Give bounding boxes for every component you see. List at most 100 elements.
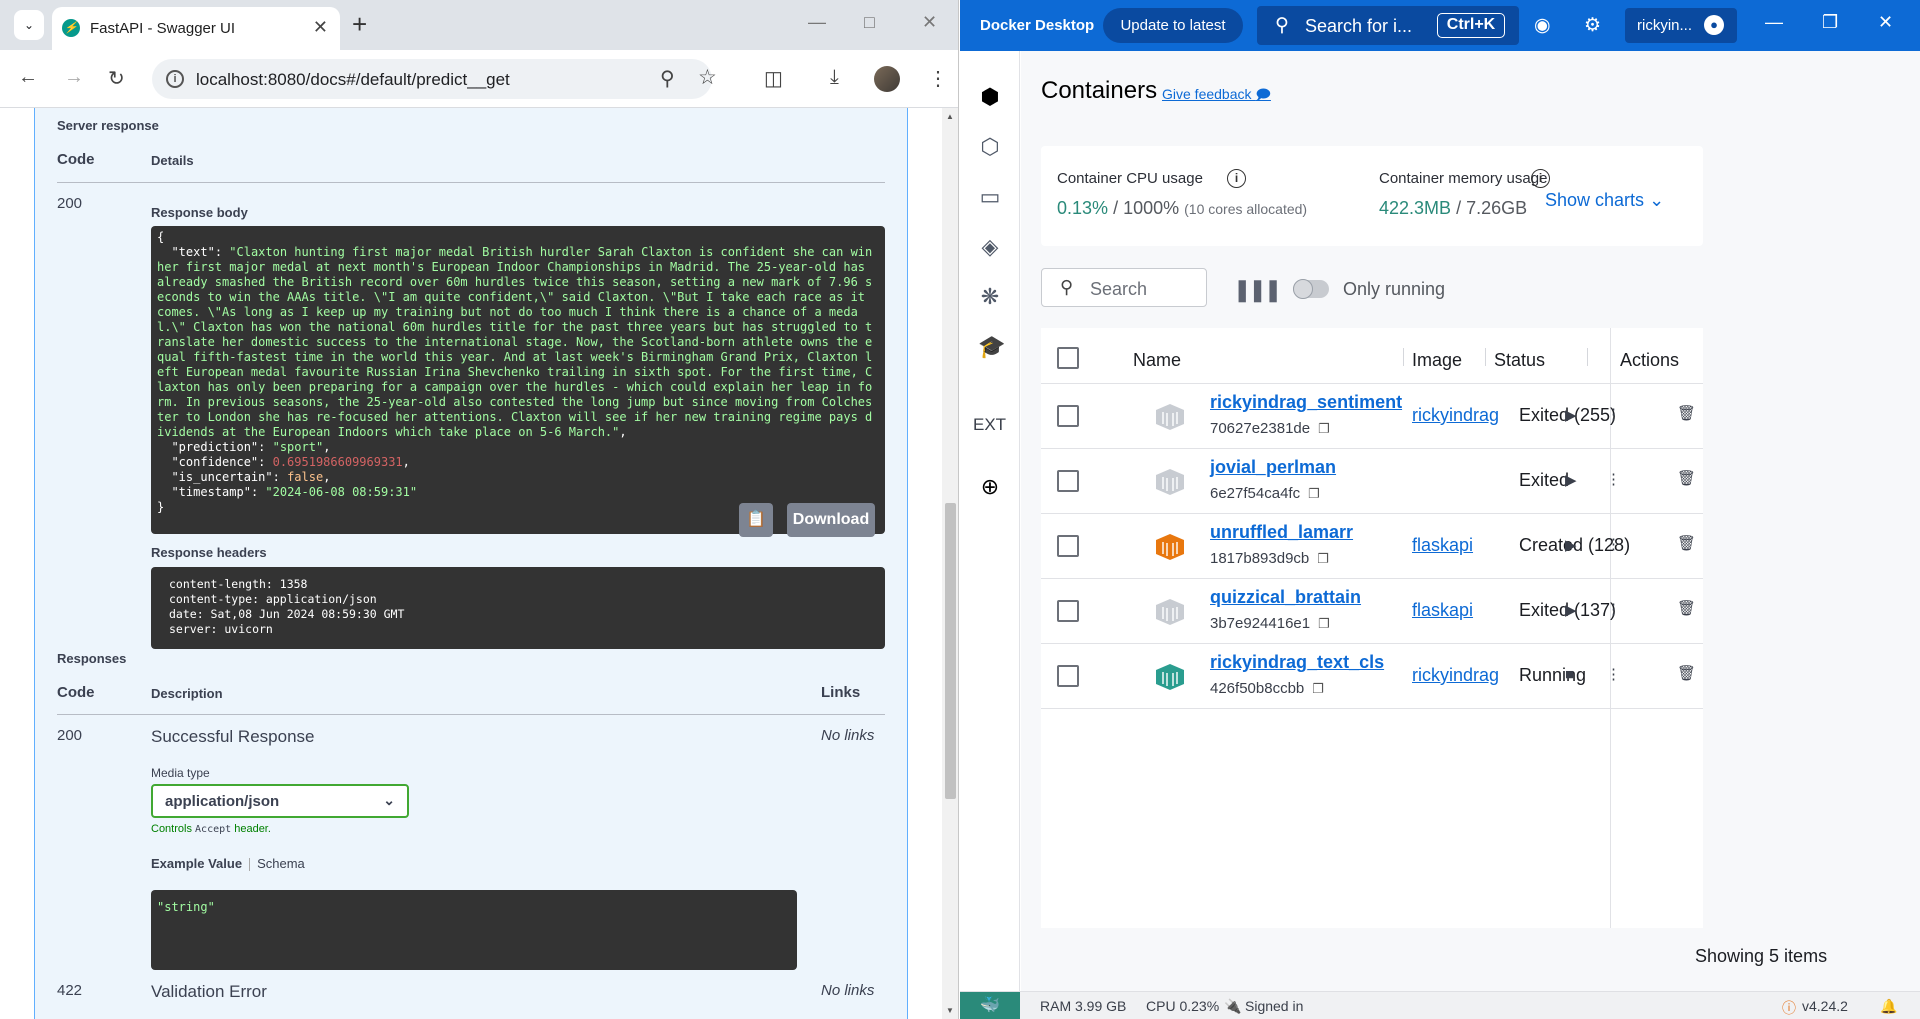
menu-kebab-icon[interactable]: ⋮: [928, 66, 948, 91]
column-divider[interactable]: [1485, 348, 1486, 366]
minimize-icon[interactable]: —: [808, 12, 826, 33]
container-name-link[interactable]: jovial_perlman: [1210, 457, 1336, 478]
table-row[interactable]: rickyindrag_sentiment 70627e2381de ❐ rickyi…: [1041, 384, 1703, 449]
restore-icon[interactable]: ❐: [1822, 12, 1838, 33]
scroll-up-icon[interactable]: ▲: [946, 112, 954, 121]
container-name-link[interactable]: quizzical_brattain: [1210, 587, 1361, 608]
volumes-nav-icon[interactable]: ▭: [978, 185, 1002, 209]
copy-icon[interactable]: ❐: [1312, 681, 1324, 696]
notification-bell-icon[interactable]: 🔔: [1880, 998, 1897, 1015]
page-scrollbar[interactable]: ▲ ▼: [942, 108, 958, 1019]
schema-tab[interactable]: Schema: [257, 856, 305, 871]
close-window-icon[interactable]: ✕: [1878, 12, 1893, 33]
extensions-nav-label[interactable]: EXT: [973, 415, 1006, 435]
container-image-link[interactable]: rickyindrag: [1412, 405, 1504, 426]
copy-icon[interactable]: ❐: [1318, 616, 1330, 631]
column-status[interactable]: Status: [1494, 350, 1545, 371]
container-name-link[interactable]: rickyindrag_sentiment: [1210, 392, 1402, 413]
delete-icon[interactable]: 🗑: [1677, 599, 1696, 617]
close-window-icon[interactable]: ✕: [922, 12, 937, 33]
more-actions-icon[interactable]: ⋮: [1606, 600, 1621, 618]
show-charts-button[interactable]: Show charts ⌄: [1545, 190, 1664, 211]
columns-icon[interactable]: ❚❚❚: [1233, 277, 1282, 303]
delete-icon[interactable]: 🗑: [1677, 664, 1696, 682]
docker-whale-icon[interactable]: 🐳: [960, 992, 1020, 1019]
tab-close-icon[interactable]: ✕: [313, 17, 328, 38]
extensions-icon[interactable]: ◫: [764, 66, 783, 91]
give-feedback-link[interactable]: Give feedback 🗩: [1162, 84, 1271, 108]
row-checkbox[interactable]: [1057, 405, 1079, 427]
column-image[interactable]: Image: [1412, 350, 1462, 371]
bug-icon[interactable]: ◉: [1534, 14, 1551, 37]
start-icon[interactable]: ▶: [1565, 406, 1577, 424]
browser-tab[interactable]: ⚡ FastAPI - Swagger UI ✕: [52, 7, 340, 50]
cpu-info-icon[interactable]: i: [1227, 169, 1246, 188]
learning-center-nav-icon[interactable]: 🎓: [978, 335, 1005, 359]
container-image-link[interactable]: rickyindrag: [1412, 665, 1504, 686]
select-all-checkbox[interactable]: [1057, 347, 1079, 369]
copy-to-clipboard-icon[interactable]: 📋: [739, 503, 773, 537]
user-account-button[interactable]: rickyin... ●: [1625, 8, 1737, 43]
minimize-icon[interactable]: —: [1765, 12, 1783, 33]
container-image-link[interactable]: flaskapi: [1412, 535, 1504, 556]
copy-icon[interactable]: ❐: [1308, 486, 1320, 501]
table-row[interactable]: rickyindrag_text_cls 426f50b8ccbb ❐ rickyin…: [1041, 644, 1703, 709]
tab-search-button[interactable]: ⌄: [14, 10, 44, 40]
column-divider[interactable]: [1587, 348, 1588, 366]
update-button[interactable]: Update to latest: [1103, 8, 1243, 43]
column-divider[interactable]: [1403, 348, 1404, 366]
global-search[interactable]: ⚲ Search for i... Ctrl+K: [1257, 6, 1519, 45]
gear-icon[interactable]: ⚙: [1584, 14, 1601, 37]
stop-icon[interactable]: ■: [1565, 666, 1574, 683]
start-icon[interactable]: ▶: [1565, 471, 1577, 489]
memory-info-icon[interactable]: i: [1531, 169, 1550, 188]
more-actions-icon[interactable]: ⋮: [1606, 405, 1621, 423]
site-info-icon[interactable]: i: [166, 70, 184, 88]
start-icon[interactable]: ▶: [1565, 536, 1577, 554]
add-extension-icon[interactable]: ⊕: [978, 475, 1002, 499]
example-value-code[interactable]: "string": [151, 890, 797, 970]
start-icon[interactable]: ▶: [1565, 601, 1577, 619]
url-text[interactable]: localhost:8080/docs#/default/predict__ge…: [196, 70, 510, 90]
more-actions-icon[interactable]: ⋮: [1606, 665, 1621, 683]
row-checkbox[interactable]: [1057, 600, 1079, 622]
container-image-link[interactable]: flaskapi: [1412, 600, 1504, 621]
download-button[interactable]: Download: [787, 503, 875, 537]
back-icon[interactable]: ←: [18, 66, 38, 89]
images-nav-icon[interactable]: ⬡: [978, 135, 1002, 159]
delete-icon[interactable]: 🗑: [1677, 469, 1696, 487]
bookmark-star-icon[interactable]: ☆: [698, 65, 717, 90]
container-name-link[interactable]: rickyindrag_text_cls: [1210, 652, 1384, 673]
container-search-input[interactable]: ⚲ Search: [1041, 268, 1207, 307]
response-headers-code[interactable]: content-length: 1358 content-type: applic…: [151, 567, 885, 649]
row-checkbox[interactable]: [1057, 535, 1079, 557]
address-bar[interactable]: i localhost:8080/docs#/default/predict__…: [152, 59, 717, 99]
scroll-down-icon[interactable]: ▼: [946, 1006, 954, 1015]
table-row[interactable]: unruffled_lamarr 1817b893d9cb ❐ flaskapi Cre…: [1041, 514, 1703, 579]
more-actions-icon[interactable]: ⋮: [1606, 470, 1621, 488]
only-running-toggle[interactable]: [1293, 279, 1329, 299]
table-row[interactable]: jovial_perlman 6e27f54ca4fc ❐ Exited ▶ ⋮: [1041, 449, 1703, 514]
containers-nav-icon[interactable]: ⬢: [978, 85, 1002, 109]
container-name-link[interactable]: unruffled_lamarr: [1210, 522, 1353, 543]
copy-icon[interactable]: ❐: [1318, 421, 1330, 436]
example-value-tab[interactable]: Example Value: [151, 856, 242, 871]
response-body-code[interactable]: { "text": "Claxton hunting first major m…: [151, 226, 885, 534]
scrollbar-thumb[interactable]: [945, 503, 956, 799]
delete-icon[interactable]: 🗑: [1677, 534, 1696, 552]
delete-icon[interactable]: 🗑: [1677, 404, 1696, 422]
reload-icon[interactable]: ↻: [108, 66, 125, 91]
download-icon[interactable]: ⤓: [830, 66, 839, 89]
profile-avatar[interactable]: [874, 66, 900, 92]
media-type-select[interactable]: application/json ⌄: [151, 784, 409, 818]
row-checkbox[interactable]: [1057, 665, 1079, 687]
builds-nav-icon[interactable]: ◈: [978, 235, 1002, 259]
more-actions-icon[interactable]: ⋮: [1606, 535, 1621, 553]
maximize-icon[interactable]: □: [864, 12, 875, 33]
column-name[interactable]: Name: [1133, 350, 1181, 371]
copy-icon[interactable]: ❐: [1317, 551, 1329, 566]
scout-nav-icon[interactable]: ❋: [978, 285, 1002, 309]
new-tab-button[interactable]: +: [352, 9, 367, 39]
forward-icon[interactable]: →: [64, 66, 84, 89]
zoom-icon[interactable]: ⚲: [660, 66, 675, 91]
